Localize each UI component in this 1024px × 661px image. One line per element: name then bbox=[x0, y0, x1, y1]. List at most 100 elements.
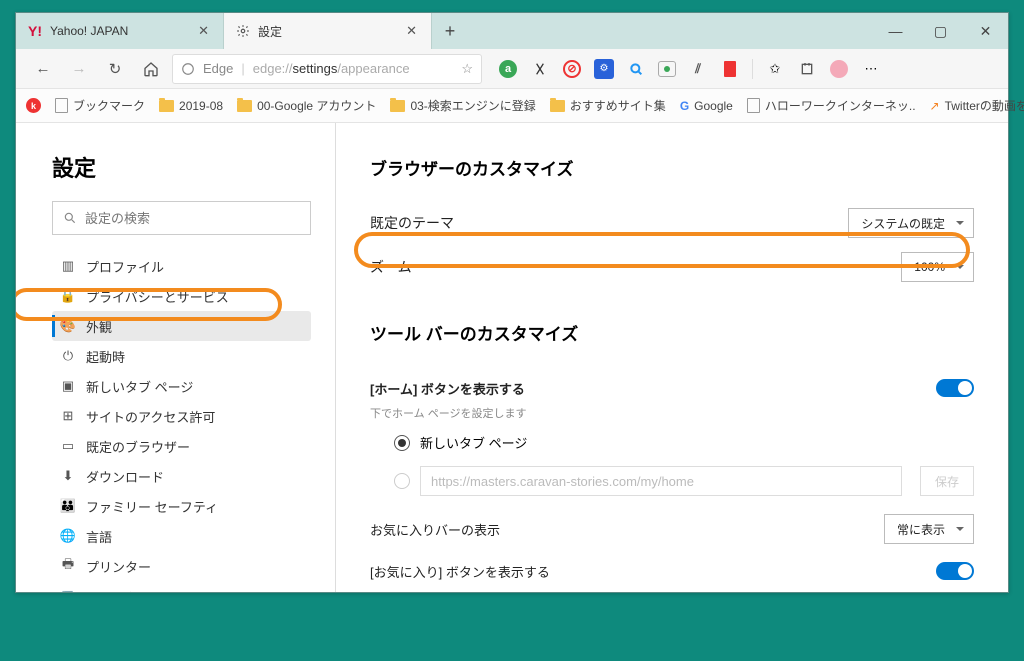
tab-label: Yahoo! JAPAN bbox=[50, 24, 128, 38]
browser-icon: ▭ bbox=[60, 438, 76, 454]
tab-settings[interactable]: 設定 ✕ bbox=[224, 13, 432, 49]
save-button[interactable]: 保存 bbox=[920, 466, 974, 496]
content-area: 設定 ▥プロファイル 🔒プライバシーとサービス 🎨外観 ⏻起動時 ▣新しいタブ … bbox=[16, 123, 1008, 592]
sidebar-item-downloads[interactable]: ⬇ダウンロード bbox=[52, 461, 311, 491]
sidebar-item-default[interactable]: ▭既定のブラウザー bbox=[52, 431, 311, 461]
sidebar-item-printer[interactable]: 🖶プリンター bbox=[52, 551, 311, 581]
tab-yahoo[interactable]: Y! Yahoo! JAPAN ✕ bbox=[16, 13, 224, 49]
sidebar-item-system[interactable]: 💻システム bbox=[52, 581, 311, 592]
folder-icon bbox=[550, 100, 565, 112]
profile-icon: ▥ bbox=[60, 258, 76, 274]
zoom-row: ズーム 100% bbox=[370, 248, 974, 286]
bookmark-item[interactable]: おすすめサイト集 bbox=[550, 97, 666, 114]
favbtn-toggle[interactable] bbox=[936, 562, 974, 580]
refresh-button[interactable]: ↻ bbox=[100, 54, 130, 84]
bookmark-item[interactable]: 00-Google アカウント bbox=[237, 97, 376, 114]
menu-button[interactable]: ⋯ bbox=[861, 59, 881, 79]
permissions-icon: ⊞ bbox=[60, 408, 76, 424]
settings-sidebar: 設定 ▥プロファイル 🔒プライバシーとサービス 🎨外観 ⏻起動時 ▣新しいタブ … bbox=[16, 123, 336, 592]
ext-icon[interactable] bbox=[720, 59, 740, 79]
sidebar-item-family[interactable]: 👪ファミリー セーフティ bbox=[52, 491, 311, 521]
back-button[interactable]: ← bbox=[28, 54, 58, 84]
theme-select[interactable]: システムの既定 bbox=[848, 208, 974, 238]
maximize-button[interactable]: ▢ bbox=[918, 13, 963, 49]
sidebar-item-profile[interactable]: ▥プロファイル bbox=[52, 251, 311, 281]
ext-icon[interactable]: a bbox=[498, 59, 518, 79]
home-button-row: [ホーム] ボタンを表示する bbox=[370, 369, 974, 407]
gear-icon bbox=[236, 24, 250, 38]
printer-icon: 🖶 bbox=[60, 555, 76, 577]
nav-bar: ← → ↻ Edge | edge://settings/appearance … bbox=[16, 49, 1008, 89]
sidebar-item-language[interactable]: 🌐言語 bbox=[52, 521, 311, 551]
sidebar-item-newtab[interactable]: ▣新しいタブ ページ bbox=[52, 371, 311, 401]
bookmark-item[interactable]: 03-検索エンジンに登録 bbox=[390, 97, 535, 114]
page-icon bbox=[747, 98, 760, 113]
close-button[interactable]: ✕ bbox=[963, 13, 1008, 49]
search-input[interactable] bbox=[85, 211, 300, 226]
home-button-sub: 下でホーム ページを設定します bbox=[370, 405, 974, 421]
twitter-icon: ↗ bbox=[930, 99, 940, 113]
ext-icon[interactable]: ⚙ bbox=[594, 59, 614, 79]
zoom-label: ズーム bbox=[370, 257, 412, 277]
page-icon bbox=[55, 98, 68, 113]
radio-icon bbox=[394, 473, 410, 489]
radio-newtab[interactable]: 新しいタブ ページ bbox=[370, 433, 974, 452]
browser-window: Y! Yahoo! JAPAN ✕ 設定 ✕ + — ▢ ✕ ← → ↻ Edg… bbox=[15, 12, 1009, 593]
yahoo-icon: Y! bbox=[28, 23, 42, 39]
bookmark-item[interactable]: ↗Twitterの動画を保存... bbox=[930, 97, 1024, 114]
address-bar[interactable]: Edge | edge://settings/appearance ☆ bbox=[172, 54, 482, 84]
page-title: 設定 bbox=[52, 151, 311, 183]
favbar-select[interactable]: 常に表示 bbox=[884, 514, 974, 544]
download-icon: ⬇ bbox=[60, 468, 76, 484]
home-button-toggle[interactable] bbox=[936, 379, 974, 397]
homepage-url-input[interactable]: https://masters.caravan-stories.com/my/h… bbox=[420, 466, 902, 496]
settings-search[interactable] bbox=[52, 201, 311, 235]
section-toolbar-customize: ツール バーのカスタマイズ bbox=[370, 320, 974, 345]
lock-icon: 🔒 bbox=[60, 288, 76, 304]
profile-icon[interactable] bbox=[829, 59, 849, 79]
folder-icon bbox=[237, 100, 252, 112]
section-browser-customize: ブラウザーのカスタマイズ bbox=[370, 155, 974, 180]
theme-row: 既定のテーマ システムの既定 bbox=[370, 204, 974, 242]
bookmark-item[interactable]: ハローワークインターネッ.. bbox=[747, 97, 916, 114]
bookmark-item[interactable]: GGoogle bbox=[680, 99, 733, 113]
sidebar-item-permissions[interactable]: ⊞サイトのアクセス許可 bbox=[52, 401, 311, 431]
minimize-button[interactable]: — bbox=[873, 13, 918, 49]
new-tab-button[interactable]: + bbox=[432, 13, 468, 49]
theme-label: 既定のテーマ bbox=[370, 213, 454, 233]
language-icon: 🌐 bbox=[60, 528, 76, 544]
ext-icon[interactable]: ⫽ bbox=[688, 59, 708, 79]
radio-url[interactable]: https://masters.caravan-stories.com/my/h… bbox=[370, 466, 974, 496]
url-text: edge://settings/appearance bbox=[253, 61, 410, 76]
favbar-row: お気に入りバーの表示 常に表示 bbox=[370, 510, 974, 548]
ext-icon[interactable] bbox=[658, 61, 676, 77]
forward-button[interactable]: → bbox=[64, 54, 94, 84]
home-button[interactable] bbox=[136, 54, 166, 84]
folder-icon bbox=[159, 100, 174, 112]
family-icon: 👪 bbox=[60, 498, 76, 514]
tab-bar: Y! Yahoo! JAPAN ✕ 設定 ✕ + — ▢ ✕ bbox=[16, 13, 1008, 49]
tab-label: 設定 bbox=[258, 23, 282, 40]
ext-icon[interactable] bbox=[626, 59, 646, 79]
close-icon[interactable]: ✕ bbox=[402, 21, 421, 41]
search-icon bbox=[63, 211, 77, 225]
favorite-icon[interactable]: ☆ bbox=[461, 61, 473, 77]
bookmark-item[interactable]: k bbox=[26, 98, 41, 113]
zoom-select[interactable]: 100% bbox=[901, 252, 974, 282]
extension-bar: a ⊘ ⚙ ⫽ ✩ ⋯ bbox=[498, 59, 881, 79]
radio-icon bbox=[394, 435, 410, 451]
bookmark-item[interactable]: 2019-08 bbox=[159, 99, 223, 113]
collections-icon[interactable] bbox=[797, 59, 817, 79]
bookmarks-bar: k ブックマーク 2019-08 00-Google アカウント 03-検索エン… bbox=[16, 89, 1008, 123]
ext-icon[interactable]: ⊘ bbox=[562, 59, 582, 79]
bookmark-item[interactable]: ブックマーク bbox=[55, 97, 145, 114]
close-icon[interactable]: ✕ bbox=[194, 21, 213, 41]
favorites-icon[interactable]: ✩ bbox=[765, 59, 785, 79]
sidebar-item-startup[interactable]: ⏻起動時 bbox=[52, 341, 311, 371]
google-icon: G bbox=[680, 99, 689, 113]
ext-icon[interactable] bbox=[530, 59, 550, 79]
sidebar-item-appearance[interactable]: 🎨外観 bbox=[52, 311, 311, 341]
palette-icon: 🎨 bbox=[60, 318, 76, 334]
tab-icon: ▣ bbox=[60, 378, 76, 394]
sidebar-item-privacy[interactable]: 🔒プライバシーとサービス bbox=[52, 281, 311, 311]
